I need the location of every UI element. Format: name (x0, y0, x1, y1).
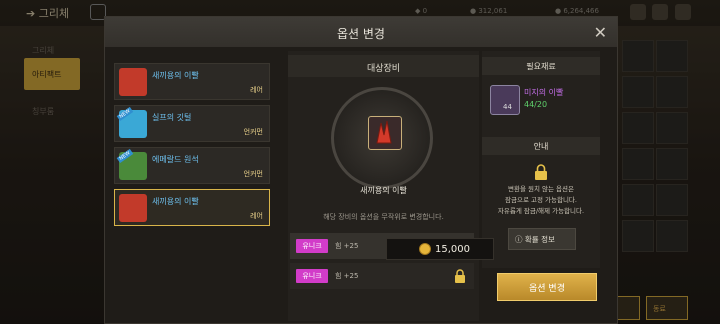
equipment-list-item[interactable]: NEW 에메랄드 원석 언커먼 (114, 147, 270, 184)
guide-line: 자유롭게 잠금/해제 가능합니다. (497, 207, 585, 215)
gold-coin-icon (419, 243, 431, 255)
target-title: 대상장비 (366, 64, 401, 74)
equipment-list-item[interactable]: 새끼용의 이빨 레어 (114, 63, 270, 100)
materials-panel: 필요재료 44 미지의 이빨 44/20 안내 변환을 원치 않는 옵션은 잠금… (482, 51, 600, 268)
target-equipment-panel: 대상장비 새끼용의 이빨 해당 장비의 옵션을 무작위로 변경합니다. 유니크 … (288, 51, 479, 321)
gold-cost-value: 15,000 (435, 244, 470, 255)
target-description: 해당 장비의 옵션을 무작위로 변경합니다. (323, 213, 444, 221)
guide-line: 잠금으로 고정 가능합니다. (505, 196, 577, 204)
option-text: 힘 +25 (335, 272, 359, 280)
option-change-modal: 옵션 변경 ✕ 새끼용의 이빨 레어 NEW 실프의 깃털 언커먼 NEW 에메… (104, 16, 618, 324)
guide-title: 안내 (482, 137, 600, 155)
material-quantity: 44/20 (524, 100, 548, 109)
equipment-list-item[interactable]: NEW 실프의 깃털 언커먼 (114, 105, 270, 142)
gold-cost: 15,000 (386, 238, 494, 260)
option-row[interactable]: 유니크 힘 +25 (290, 263, 474, 289)
grade-badge: 유니크 (296, 269, 328, 283)
tooth-icon (119, 68, 147, 96)
guide-line: 변환을 원치 않는 옵션은 (508, 185, 574, 193)
tooth-icon (119, 194, 147, 222)
modal-header: 옵션 변경 ✕ (105, 17, 617, 47)
equipment-emblem (331, 87, 433, 189)
close-icon[interactable]: ✕ (594, 23, 607, 42)
lock-icon[interactable] (454, 269, 466, 283)
material-count: 44 (503, 103, 512, 111)
lock-icon (535, 164, 547, 180)
option-change-button[interactable]: 옵션 변경 (497, 273, 597, 301)
materials-title: 필요재료 (482, 57, 600, 75)
grade-badge: 유니크 (296, 239, 328, 253)
target-item-name: 새끼용의 이빨 (360, 186, 407, 195)
tooth-icon[interactable] (368, 116, 402, 150)
help-icon: ⓘ (515, 235, 523, 244)
probability-info-button[interactable]: ⓘ 확률 정보 (508, 228, 576, 250)
material-name: 미지의 이빨 (524, 88, 564, 97)
equipment-list-item-selected[interactable]: 새끼용의 이빨 레어 (114, 189, 270, 226)
modal-title: 옵션 변경 (337, 27, 385, 41)
option-text: 힘 +25 (335, 242, 359, 250)
